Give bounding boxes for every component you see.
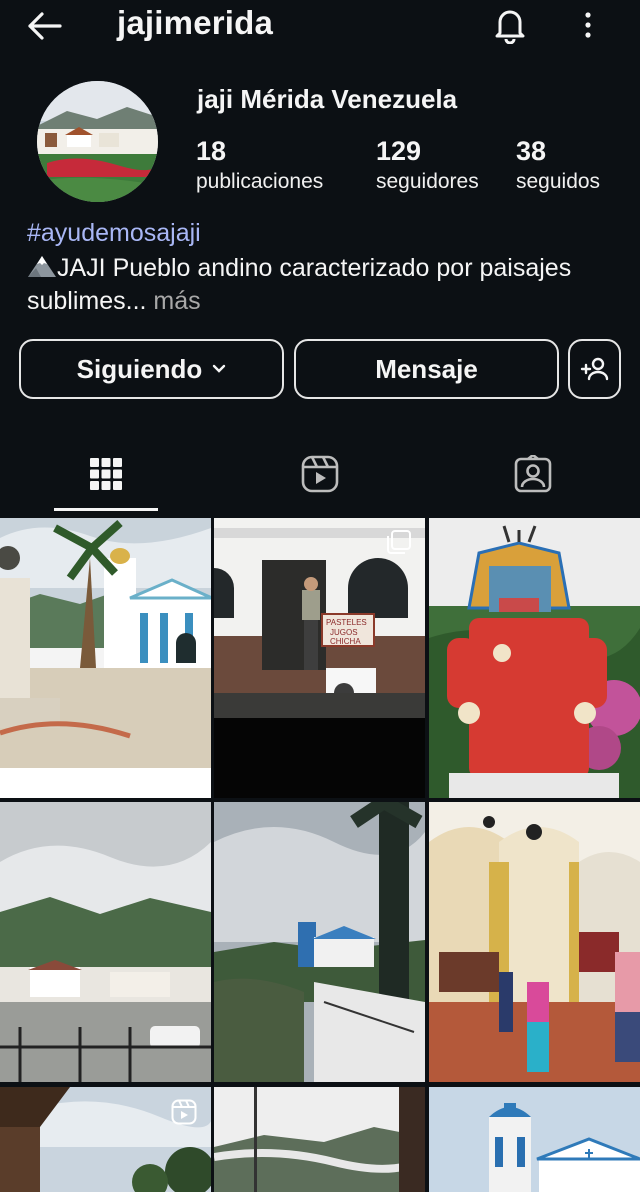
more-vertical-icon — [585, 12, 591, 38]
bio-hashtag-link[interactable]: #ayudemosajaji — [27, 219, 201, 248]
post-thumbnail[interactable] — [0, 1087, 211, 1192]
following-label: seguidos — [516, 170, 601, 193]
message-button[interactable]: Mensaje — [294, 339, 559, 399]
bio: JAJI Pueblo andino caracterizado por pai… — [27, 252, 617, 318]
post-thumbnail[interactable] — [429, 1087, 640, 1192]
top-bar: jajimerida — [0, 0, 640, 56]
svg-text:PASTELES: PASTELES — [326, 618, 367, 627]
more-options-button[interactable] — [568, 4, 608, 46]
notifications-button[interactable] — [488, 4, 532, 46]
stat-following[interactable]: 38 seguidos — [516, 136, 600, 194]
post-thumbnail[interactable]: PASTELES JUGOS CHICHA — [214, 518, 425, 798]
bio-more-link[interactable]: más — [146, 287, 200, 315]
post-thumbnail[interactable] — [214, 1087, 425, 1192]
mountain-snow-icon — [28, 256, 56, 277]
followers-label: seguidores — [376, 170, 479, 193]
display-name: jaji Mérida Venezuela — [197, 84, 458, 114]
tab-reels[interactable] — [290, 449, 350, 499]
posts-label: publicaciones — [196, 170, 324, 193]
svg-text:JUGOS: JUGOS — [330, 628, 358, 637]
post-thumbnail[interactable] — [429, 518, 640, 798]
arrow-left-icon — [28, 12, 62, 40]
tagged-person-icon — [514, 455, 552, 493]
message-button-label: Mensaje — [375, 353, 478, 384]
profile-username: jajimerida — [117, 4, 274, 41]
bio-text: JAJI Pueblo andino caracterizado por pai… — [27, 254, 572, 315]
active-tab-indicator — [54, 508, 158, 511]
followers-count: 129 — [376, 136, 422, 166]
reel-icon — [171, 1099, 197, 1125]
post-thumbnail[interactable] — [0, 802, 211, 1082]
svg-text:CHICHA: CHICHA — [330, 637, 361, 646]
chevron-down-icon — [213, 364, 226, 373]
stat-posts[interactable]: 18 publicaciones — [196, 136, 323, 194]
avatar[interactable] — [37, 81, 158, 202]
stat-followers[interactable]: 129 seguidores — [376, 136, 479, 194]
tab-tagged[interactable] — [503, 449, 563, 499]
bell-icon — [495, 10, 525, 44]
back-button[interactable] — [22, 6, 66, 46]
post-thumbnail[interactable] — [0, 518, 211, 798]
posts-count: 18 — [196, 136, 227, 166]
reels-icon — [301, 455, 339, 493]
tab-posts-grid[interactable] — [76, 449, 136, 499]
post-thumbnail[interactable] — [214, 802, 425, 1082]
post-thumbnail[interactable] — [429, 802, 640, 1082]
grid-icon — [90, 458, 122, 490]
multi-photo-icon — [387, 530, 411, 554]
suggested-people-button[interactable] — [568, 339, 621, 399]
following-count: 38 — [516, 136, 547, 166]
add-person-icon — [580, 357, 608, 381]
following-button[interactable]: Siguiendo — [19, 339, 284, 399]
following-button-label: Siguiendo — [76, 353, 203, 384]
